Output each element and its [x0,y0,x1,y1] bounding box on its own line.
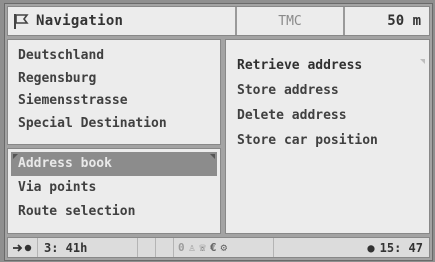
status-icons: 0 ♙ ☏ € ⚙ [174,238,274,257]
clock-dot-icon: ● [367,240,375,255]
navigation-screen: Navigation TMC 50 m Deutschland Regensbu… [4,3,433,261]
destination-country[interactable]: Deutschland [18,45,220,68]
menu-item-store-car-position[interactable]: Store car position [226,128,429,153]
clock-time: 15: 47 [379,240,423,255]
menu-item-delete-address[interactable]: Delete address [226,103,429,128]
destination-special[interactable]: Special Destination [18,113,220,136]
page-title: Navigation [36,13,124,29]
euro-icon: € [209,241,217,254]
route-arrow-icon [8,238,38,257]
menu-item-route-selection[interactable]: Route selection [8,200,220,224]
header-bar: Navigation TMC 50 m [7,6,430,36]
menu-item-address-book[interactable]: Address book [11,152,217,176]
traffic-icon: ♙ [188,241,196,254]
left-menu: Address book Via points Route selection [7,148,221,234]
map-scale: 50 m [387,13,421,29]
navigation-flag-icon [14,14,29,29]
destination-city[interactable]: Regensburg [18,68,220,91]
destination-street[interactable]: Siemensstrasse [18,90,220,113]
menu-item-via-points[interactable]: Via points [8,176,220,200]
header-title-area: Navigation [8,7,237,35]
status-slot [156,238,174,257]
indicator-zero: 0 [178,241,185,254]
menu-item-store-address[interactable]: Store address [226,78,429,103]
phone-icon: ☏ [199,241,206,254]
address-book-menu: Retrieve address Store address Delete ad… [225,39,430,234]
clock: ● 15: 47 [274,238,429,257]
status-bar: 3: 41h 0 ♙ ☏ € ⚙ ● 15: 47 [7,237,430,258]
service-icon: ⚙ [220,241,228,254]
tmc-indicator: TMC [237,7,345,35]
destination-panel: Deutschland Regensburg Siemensstrasse Sp… [7,39,221,145]
status-slot [138,238,156,257]
menu-item-retrieve-address[interactable]: Retrieve address [226,53,429,78]
remaining-time: 3: 41h [38,238,138,257]
